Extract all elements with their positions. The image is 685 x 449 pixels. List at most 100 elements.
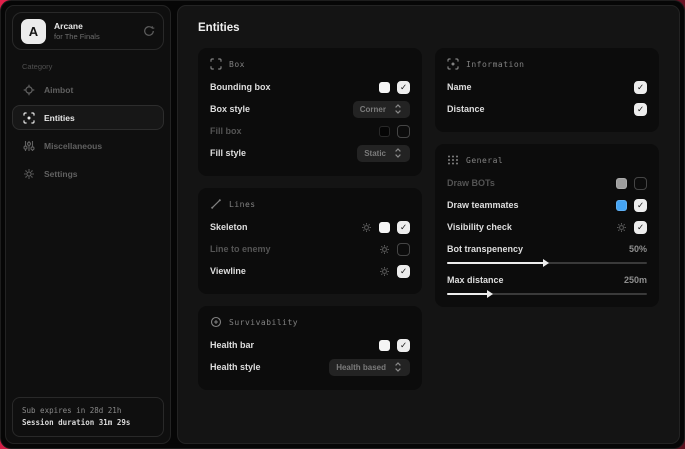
- row-label: Skeleton: [210, 222, 354, 232]
- sidebar-item-label: Entities: [44, 113, 75, 123]
- sidebar-item-label: Settings: [44, 169, 78, 179]
- skeleton-config-gear-icon[interactable]: [361, 222, 372, 233]
- checkbox[interactable]: [634, 221, 647, 234]
- slider-value: 250m: [624, 275, 647, 285]
- left-column: Box Bounding box Box style Corner: [198, 48, 422, 390]
- box-style-dropdown[interactable]: Corner: [353, 101, 410, 118]
- card-title: Box: [229, 60, 245, 69]
- slider-label: Max distance: [447, 275, 624, 285]
- dropdown-value: Corner: [360, 105, 386, 114]
- row-line-to-enemy: Line to enemy: [210, 238, 410, 260]
- sliders-icon: [23, 140, 35, 152]
- category-label: Category: [22, 62, 164, 71]
- color-swatch[interactable]: [616, 178, 627, 189]
- checkbox[interactable]: [397, 265, 410, 278]
- card-title: Survivability: [229, 318, 298, 327]
- checkbox[interactable]: [397, 221, 410, 234]
- card-survivability: Survivability Health bar Health style He…: [198, 306, 422, 390]
- sidebar-item-entities[interactable]: Entities: [12, 105, 164, 130]
- updown-icon: [393, 147, 403, 159]
- app-name: Arcane: [54, 21, 135, 32]
- visibility-config-gear-icon[interactable]: [616, 222, 627, 233]
- dropdown-value: Health based: [336, 363, 386, 372]
- color-swatch[interactable]: [616, 200, 627, 211]
- slider-label: Bot transpenency: [447, 244, 629, 254]
- card-title: General: [466, 156, 503, 165]
- line-config-gear-icon[interactable]: [379, 244, 390, 255]
- box-corners-icon: [210, 58, 222, 70]
- row-bounding-box: Bounding box: [210, 76, 410, 98]
- app-logo: A: [21, 19, 46, 44]
- line-icon: [210, 198, 222, 210]
- row-skeleton: Skeleton: [210, 216, 410, 238]
- checkbox[interactable]: [634, 177, 647, 190]
- color-swatch[interactable]: [379, 222, 390, 233]
- sync-icon[interactable]: [143, 25, 155, 37]
- info-scan-icon: [447, 58, 459, 70]
- row-label: Health bar: [210, 340, 372, 350]
- checkbox[interactable]: [397, 243, 410, 256]
- row-fill-box: Fill box: [210, 120, 410, 142]
- sidebar-item-miscellaneous[interactable]: Miscellaneous: [12, 133, 164, 158]
- viewline-config-gear-icon[interactable]: [379, 266, 390, 277]
- card-box: Box Bounding box Box style Corner: [198, 48, 422, 176]
- checkbox[interactable]: [397, 81, 410, 94]
- sidebar-item-label: Miscellaneous: [44, 141, 102, 151]
- sidebar-item-settings[interactable]: Settings: [12, 161, 164, 186]
- bot-transparency-group: Bot transpenency 50%: [447, 240, 647, 264]
- fill-style-dropdown[interactable]: Static: [357, 145, 410, 162]
- row-draw-bots: Draw BOTs: [447, 172, 647, 194]
- app-subtitle: for The Finals: [54, 32, 135, 41]
- row-viewline: Viewline: [210, 260, 410, 282]
- row-label: Box style: [210, 104, 346, 114]
- dropdown-value: Static: [364, 149, 386, 158]
- card-information: Information Name Distance: [435, 48, 659, 132]
- row-box-style: Box style Corner: [210, 98, 410, 120]
- color-swatch[interactable]: [379, 82, 390, 93]
- card-title: Information: [466, 60, 524, 69]
- row-label: Visibility check: [447, 222, 609, 232]
- row-draw-teammates: Draw teammates: [447, 194, 647, 216]
- page-title: Entities: [198, 22, 659, 34]
- row-visibility-check: Visibility check: [447, 216, 647, 238]
- row-health-bar: Health bar: [210, 334, 410, 356]
- max-distance-group: Max distance 250m: [447, 271, 647, 295]
- checkbox[interactable]: [634, 199, 647, 212]
- right-column: Information Name Distance: [435, 48, 659, 307]
- bot-transparency-slider[interactable]: [447, 262, 647, 264]
- gear-icon: [23, 168, 35, 180]
- row-distance: Distance: [447, 98, 647, 120]
- sidebar-item-label: Aimbot: [44, 85, 73, 95]
- row-label: Draw BOTs: [447, 178, 609, 188]
- row-label: Health style: [210, 362, 322, 372]
- row-label: Bounding box: [210, 82, 372, 92]
- checkbox[interactable]: [397, 339, 410, 352]
- row-label: Viewline: [210, 266, 372, 276]
- checkbox[interactable]: [397, 125, 410, 138]
- color-swatch[interactable]: [379, 126, 390, 137]
- health-icon: [210, 316, 222, 328]
- session-duration-text: Session duration 31m 29s: [22, 417, 154, 429]
- row-label: Fill box: [210, 126, 372, 136]
- checkbox[interactable]: [634, 81, 647, 94]
- slider-fill: [447, 262, 547, 264]
- app-window: A Arcane for The Finals Category Aimbot: [0, 0, 685, 449]
- grid-icon: [447, 154, 459, 166]
- slider-fill: [447, 293, 491, 295]
- sidebar: A Arcane for The Finals Category Aimbot: [5, 5, 171, 444]
- sidebar-item-aimbot[interactable]: Aimbot: [12, 77, 164, 102]
- subscription-info: Sub expires in 28d 21h Session duration …: [12, 397, 164, 437]
- max-distance-slider[interactable]: [447, 293, 647, 295]
- main-panel: Entities Box Bounding box: [177, 5, 680, 444]
- row-label: Line to enemy: [210, 244, 372, 254]
- entities-scan-icon: [23, 112, 35, 124]
- health-style-dropdown[interactable]: Health based: [329, 359, 410, 376]
- color-swatch[interactable]: [379, 340, 390, 351]
- card-lines: Lines Skeleton Line to enemy: [198, 188, 422, 294]
- row-name: Name: [447, 76, 647, 98]
- row-label: Draw teammates: [447, 200, 609, 210]
- checkbox[interactable]: [634, 103, 647, 116]
- brand-header: A Arcane for The Finals: [12, 12, 164, 50]
- row-health-style: Health style Health based: [210, 356, 410, 378]
- updown-icon: [393, 361, 403, 373]
